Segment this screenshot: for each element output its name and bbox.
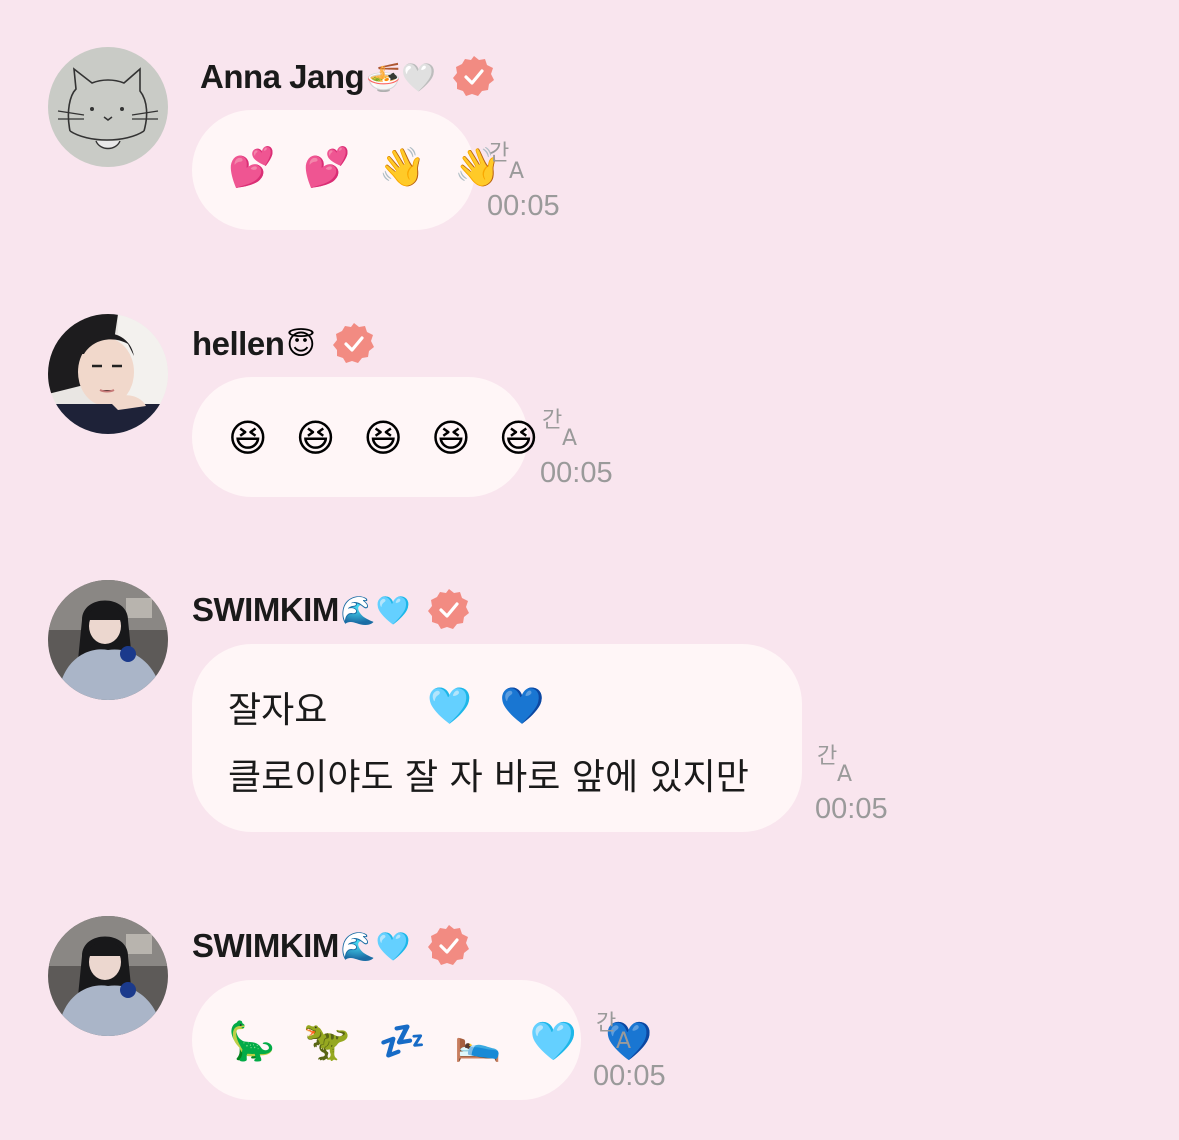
avatar[interactable] [48, 314, 168, 434]
sender-name-row: SWIMKIM 🌊🩵 [192, 921, 473, 971]
svg-text:간: 간 [817, 744, 837, 769]
translate-icon[interactable]: 간 A [542, 405, 588, 447]
sender-name: Anna Jang [200, 58, 365, 95]
message-text: 클로이야도 잘 자 바로 앞에 있지만 [228, 748, 802, 800]
sender-emoji: 🌊🩵 [340, 593, 411, 627]
message-time: 00:05 [487, 190, 560, 222]
verified-badge-icon [332, 323, 374, 363]
avatar[interactable] [48, 916, 168, 1036]
message-line: 🩵 💙 [427, 686, 553, 727]
svg-text:간: 간 [542, 408, 562, 433]
message-text: 🦕 🦖 💤 🛌 🩵 💙 [228, 1022, 652, 1060]
translate-icon[interactable]: 간 A [596, 1008, 642, 1050]
message-text: 잘자요 🩵 💙 [228, 682, 802, 732]
sender-name: SWIMKIM [192, 591, 339, 628]
sender-name-row: hellen 😇 [192, 319, 378, 369]
sender-name: SWIMKIM [192, 927, 339, 964]
sender-emoji: 🌊🩵 [340, 929, 411, 963]
sender-name-row: SWIMKIM 🌊🩵 [192, 585, 473, 635]
message-time: 00:05 [540, 457, 613, 489]
message-bubble[interactable]: 잘자요 🩵 💙 클로이야도 잘 자 바로 앞에 있지만 [192, 644, 802, 832]
svg-text:A: A [509, 159, 524, 180]
avatar[interactable] [48, 580, 168, 700]
message-bubble[interactable]: 💕 💕 👋 👋 [192, 110, 502, 230]
translate-icon[interactable]: 간 A [489, 138, 535, 180]
message-text: 💕 💕 👋 👋 [228, 148, 502, 186]
message-line: 잘자요 [228, 690, 328, 731]
verified-badge-icon [452, 56, 494, 96]
message-text: 😆 😆 😆 😆 😆 [228, 419, 538, 457]
message-line: 클로이야도 잘 자 바로 앞에 있지만 [228, 757, 749, 798]
verified-badge-icon [427, 589, 469, 629]
svg-text:간: 간 [489, 141, 509, 166]
avatar[interactable] [48, 47, 168, 167]
sender-name-row: Anna Jang 🍜🤍 [200, 52, 498, 102]
message-time: 00:05 [593, 1060, 666, 1092]
translate-icon[interactable]: 간 A [817, 741, 863, 783]
message-line: 💕 💕 👋 👋 [228, 145, 510, 189]
svg-text:A: A [562, 426, 577, 447]
message-bubble[interactable]: 🦕 🦖 💤 🛌 🩵 💙 [192, 980, 652, 1100]
svg-text:간: 간 [596, 1011, 616, 1036]
sender-emoji: 😇 [286, 327, 316, 361]
svg-text:A: A [837, 762, 852, 783]
message-line: 😆 😆 😆 😆 😆 [228, 416, 547, 460]
sender-emoji: 🍜🤍 [366, 60, 436, 94]
verified-badge-icon [427, 925, 469, 965]
svg-text:A: A [616, 1029, 631, 1050]
message-bubble[interactable]: 😆 😆 😆 😆 😆 [192, 377, 538, 497]
message-time: 00:05 [815, 793, 888, 825]
sender-name: hellen [192, 325, 285, 362]
